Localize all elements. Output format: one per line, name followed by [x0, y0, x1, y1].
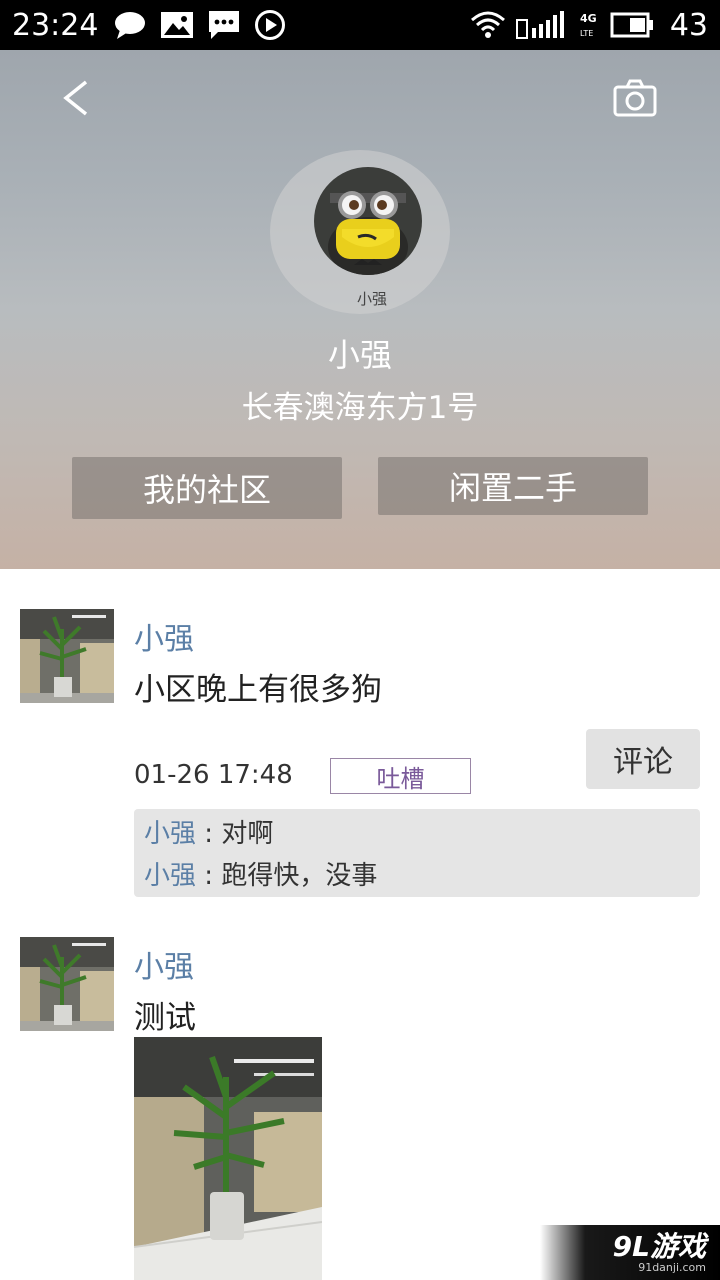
secondhand-button[interactable]: 闲置二手 — [378, 457, 648, 515]
minion-avatar-image — [314, 167, 422, 275]
signal-icon — [515, 11, 564, 39]
comment-separator: : — [196, 819, 222, 849]
post-author[interactable]: 小强 — [134, 614, 194, 658]
plant-photo-thumbnail — [20, 937, 114, 1031]
comment-separator: : — [196, 861, 222, 891]
comments-box: 小强 : 对啊 小强 : 跑得快，没事 — [134, 809, 700, 897]
play-icon — [255, 10, 286, 40]
avatar-caption: 小强 — [356, 290, 387, 308]
comment-button[interactable]: 评论 — [586, 729, 700, 789]
comment-author[interactable]: 小强 — [144, 819, 196, 849]
status-time: 23:24 — [12, 7, 99, 43]
svg-text:LTE: LTE — [580, 29, 593, 38]
plant-photo-thumbnail — [20, 609, 114, 703]
my-community-button[interactable]: 我的社区 — [72, 457, 342, 519]
watermark-url: 91danji.com — [638, 1260, 706, 1274]
comment-item[interactable]: 小强 : 跑得快，没事 — [144, 855, 690, 897]
battery-icon — [610, 12, 653, 38]
image-icon — [161, 12, 194, 38]
back-button[interactable] — [56, 76, 100, 120]
back-arrow-icon — [63, 80, 88, 116]
comment-text: 对啊 — [221, 819, 274, 849]
network-type-icon: 4G LTE — [580, 12, 597, 38]
avatar[interactable] — [314, 167, 422, 275]
plant-photo — [134, 1037, 322, 1280]
status-bar: 23:24 4G LTE 43 — [0, 0, 720, 50]
watermark-logo: 9L游戏 — [612, 1229, 706, 1263]
post-text: 测试 — [134, 1000, 196, 1036]
message-icon — [115, 12, 146, 39]
svg-text:4G: 4G — [580, 12, 597, 25]
post-time: 01-26 17:48 — [134, 760, 293, 790]
sms-icon — [209, 11, 240, 39]
wifi-icon — [470, 11, 505, 38]
post-photo[interactable] — [134, 1037, 322, 1280]
profile-address: 长春澳海东方1号 — [241, 390, 479, 426]
battery-percent: 43 — [669, 7, 708, 43]
post-text: 小区晚上有很多狗 — [134, 672, 382, 708]
camera-button[interactable] — [612, 78, 658, 118]
post-avatar[interactable] — [20, 609, 114, 703]
post-tag[interactable]: 吐槽 — [330, 758, 471, 794]
comment-item[interactable]: 小强 : 对啊 — [144, 813, 690, 855]
comment-text: 跑得快，没事 — [221, 861, 378, 891]
profile-name: 小强 — [327, 336, 392, 374]
comment-author[interactable]: 小强 — [144, 861, 196, 891]
site-watermark: 9L游戏 91danji.com — [540, 1225, 720, 1280]
post-author[interactable]: 小强 — [134, 942, 194, 986]
camera-icon — [613, 79, 657, 117]
post-avatar[interactable] — [20, 937, 114, 1031]
profile-header: 小强 小强 长春澳海东方1号 我的社区 闲置二手 — [0, 50, 720, 569]
